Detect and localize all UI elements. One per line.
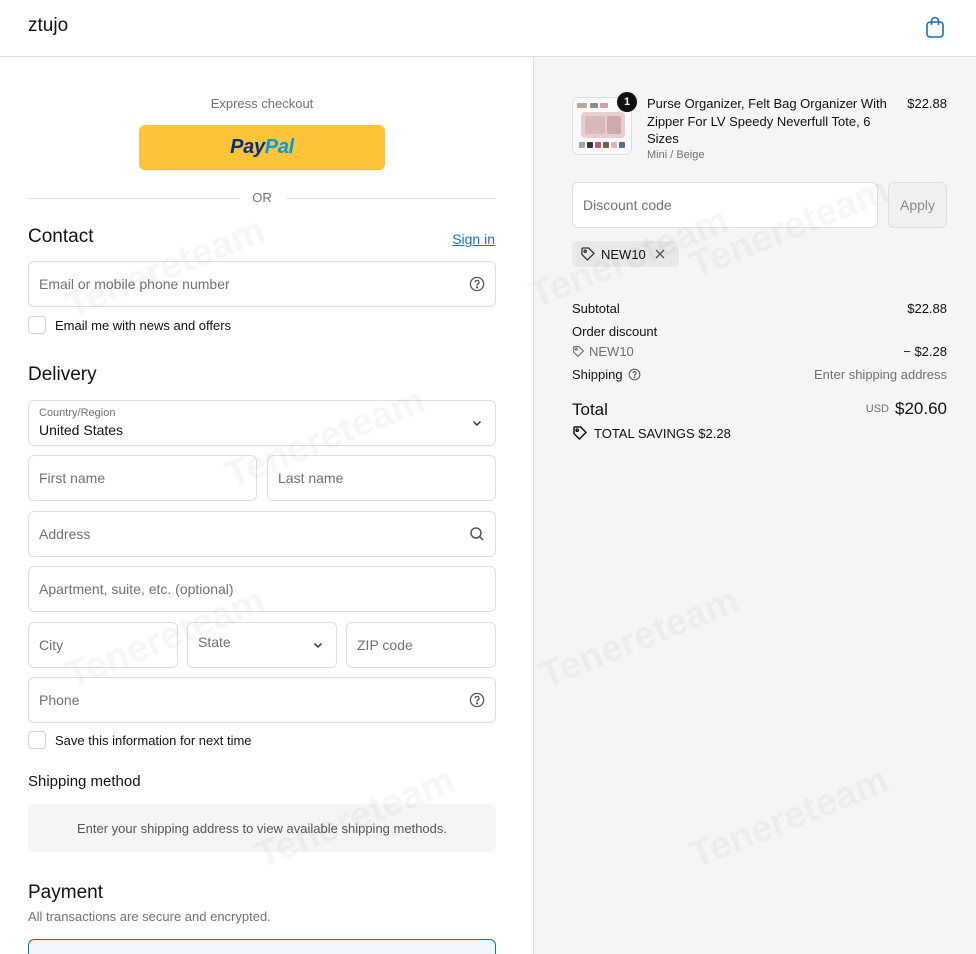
shipping-method-title: Shipping method [28,773,141,790]
tag-icon [573,426,588,441]
help-icon[interactable] [469,276,485,292]
sign-in-link[interactable]: Sign in [452,231,495,247]
tag-icon [581,247,595,261]
total-savings: TOTAL SAVINGS $2.28 [572,425,731,441]
or-divider: OR [28,190,496,206]
apply-discount-button[interactable]: Apply [888,182,947,228]
watermark: Tenereteam [534,579,745,698]
subtotal-value: $22.88 [907,301,947,316]
payment-subtitle: All transactions are secure and encrypte… [28,909,271,924]
payment-title: Payment [28,882,103,903]
shipping-row: Shipping Enter shipping address [572,367,947,382]
shopping-bag-icon[interactable] [924,15,946,39]
total-label: Total [572,400,608,419]
shipping-method-message: Enter your shipping address to view avai… [28,804,496,852]
payment-option[interactable] [28,939,496,954]
contact-title: Contact [28,226,94,247]
subtotal-row: Subtotal $22.88 [572,301,947,316]
discount-value: − $2.28 [903,344,947,359]
newsletter-checkbox[interactable] [28,316,46,334]
shipping-value: Enter shipping address [814,367,947,382]
state-select[interactable]: State [187,622,337,668]
watermark: Tenereteam [684,759,895,878]
express-checkout-label: Express checkout [210,96,314,111]
discount-code-row: NEW10 − $2.28 [572,344,947,359]
chevron-down-icon [472,420,482,427]
currency-code: USD [865,403,889,415]
brand-logo[interactable]: ztujo [28,15,68,37]
order-summary-pane: 1 Purse Organizer, Felt Bag Organizer Wi… [534,57,976,954]
phone-field[interactable]: Phone [28,677,496,723]
apartment-field[interactable]: Apartment, suite, etc. (optional) [28,566,496,612]
product-price: $22.88 [907,96,947,111]
zip-field[interactable]: ZIP code [346,622,496,668]
discount-code-input[interactable]: Discount code [572,182,878,228]
city-field[interactable]: City [28,622,178,668]
newsletter-checkbox-row[interactable]: Email me with news and offers [28,316,231,334]
applied-discount-code: NEW10 [601,246,646,262]
checkout-form-pane: Express checkout PayPal OR Contact Sign … [0,57,534,954]
applied-discount-tag: NEW10 [572,241,679,267]
search-icon [470,527,484,541]
save-info-checkbox-row[interactable]: Save this information for next time [28,731,252,749]
paypal-logo: PayPal [230,136,294,158]
help-icon[interactable] [628,368,641,381]
chevron-down-icon [313,642,323,649]
country-select[interactable]: Country/Region United States [28,400,496,446]
order-discount-row: Order discount [572,324,658,339]
header: ztujo [0,0,976,57]
product-variant: Mini / Beige [647,149,705,161]
last-name-field[interactable]: Last name [267,455,496,501]
quantity-badge: 1 [617,92,637,112]
help-icon[interactable] [469,692,485,708]
close-icon[interactable] [654,248,666,260]
total-value: USD $20.60 [865,399,947,418]
email-field[interactable]: Email or mobile phone number [28,261,496,307]
first-name-field[interactable]: First name [28,455,257,501]
address-field[interactable]: Address [28,511,496,557]
save-info-checkbox[interactable] [28,731,46,749]
tag-icon [573,346,585,358]
delivery-title: Delivery [28,364,97,385]
paypal-button[interactable]: PayPal [139,125,385,170]
product-title: Purse Organizer, Felt Bag Organizer With… [647,96,887,146]
